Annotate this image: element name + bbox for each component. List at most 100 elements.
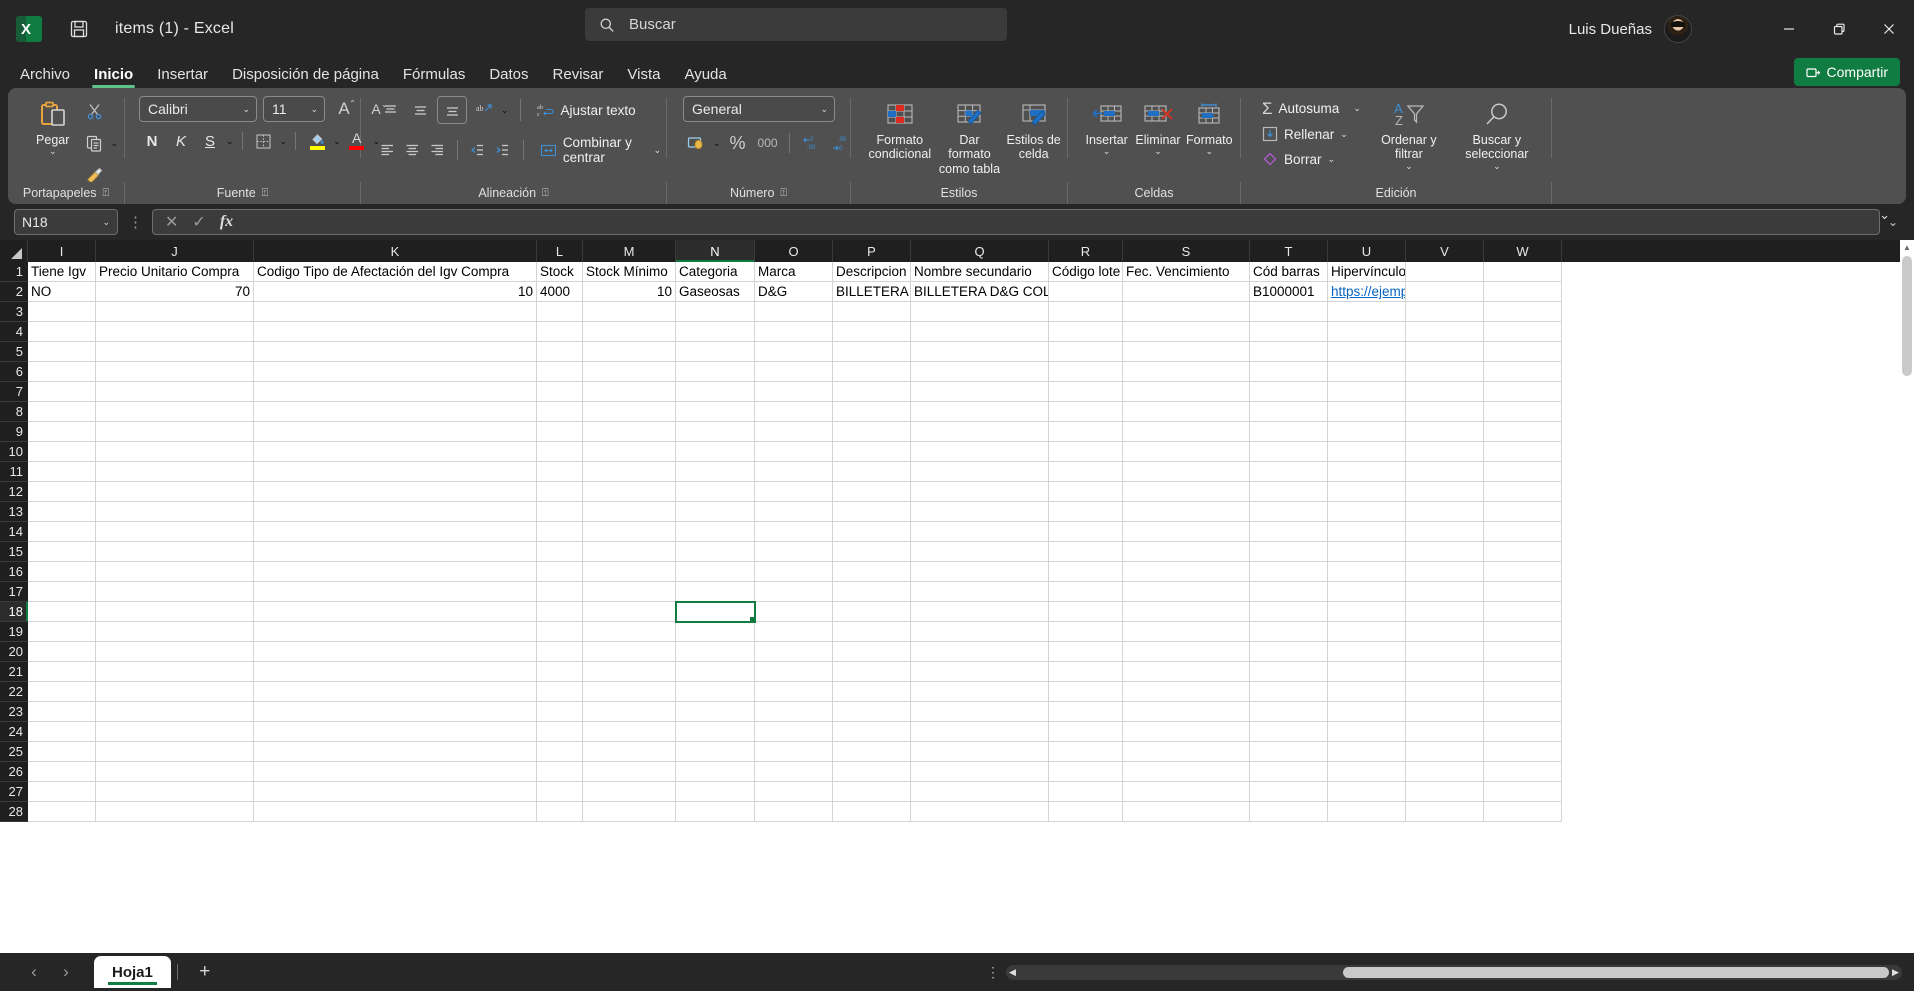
cell-Q16[interactable] xyxy=(911,562,1049,582)
cell-I18[interactable] xyxy=(28,602,96,622)
cell-U8[interactable] xyxy=(1328,402,1406,422)
cell-K14[interactable] xyxy=(254,522,537,542)
cell-I5[interactable] xyxy=(28,342,96,362)
cell-T11[interactable] xyxy=(1250,462,1328,482)
cell-O11[interactable] xyxy=(755,462,833,482)
cell-P1[interactable]: Descripcion xyxy=(833,262,911,282)
cell-O15[interactable] xyxy=(755,542,833,562)
cell-N5[interactable] xyxy=(676,342,755,362)
column-header-r[interactable]: R xyxy=(1049,240,1123,262)
cell-K4[interactable] xyxy=(254,322,537,342)
row-header-2[interactable]: 2 xyxy=(0,282,28,302)
cell-J3[interactable] xyxy=(96,302,254,322)
cell-I3[interactable] xyxy=(28,302,96,322)
autosum-caret-icon[interactable]: ⌄ xyxy=(1353,104,1361,113)
cell-M19[interactable] xyxy=(583,622,676,642)
cell-J18[interactable] xyxy=(96,602,254,622)
cell-W9[interactable] xyxy=(1484,422,1562,442)
cell-L9[interactable] xyxy=(537,422,583,442)
cell-S28[interactable] xyxy=(1123,802,1250,822)
cell-L2[interactable]: 4000 xyxy=(537,282,583,302)
cell-T19[interactable] xyxy=(1250,622,1328,642)
cell-S14[interactable] xyxy=(1123,522,1250,542)
cell-R23[interactable] xyxy=(1049,702,1123,722)
cell-P10[interactable] xyxy=(833,442,911,462)
cell-K12[interactable] xyxy=(254,482,537,502)
cell-K6[interactable] xyxy=(254,362,537,382)
horizontal-scrollbar[interactable]: ◀ ▶ xyxy=(1006,964,1902,980)
save-icon[interactable] xyxy=(67,17,91,41)
column-header-m[interactable]: M xyxy=(583,240,676,262)
cell-L1[interactable]: Stock xyxy=(537,262,583,282)
cell-styles-button[interactable]: Estilos de celda xyxy=(1006,96,1061,162)
sheet-tab-hoja1[interactable]: Hoja1 xyxy=(94,956,171,988)
cell-T20[interactable] xyxy=(1250,642,1328,662)
paste-button[interactable]: Pegar ⌄ xyxy=(28,96,77,156)
cell-U24[interactable] xyxy=(1328,722,1406,742)
cell-T23[interactable] xyxy=(1250,702,1328,722)
underline-button[interactable]: S xyxy=(197,128,223,154)
paste-caret-icon[interactable]: ⌄ xyxy=(49,147,57,156)
cell-P14[interactable] xyxy=(833,522,911,542)
cell-P13[interactable] xyxy=(833,502,911,522)
cell-W23[interactable] xyxy=(1484,702,1562,722)
cell-S25[interactable] xyxy=(1123,742,1250,762)
cell-O25[interactable] xyxy=(755,742,833,762)
cell-L24[interactable] xyxy=(537,722,583,742)
cell-T2[interactable]: B1000001 xyxy=(1250,282,1328,302)
cell-M25[interactable] xyxy=(583,742,676,762)
cell-J19[interactable] xyxy=(96,622,254,642)
cell-Q3[interactable] xyxy=(911,302,1049,322)
cell-J11[interactable] xyxy=(96,462,254,482)
cell-R25[interactable] xyxy=(1049,742,1123,762)
cell-U28[interactable] xyxy=(1328,802,1406,822)
cell-K16[interactable] xyxy=(254,562,537,582)
cell-V16[interactable] xyxy=(1406,562,1484,582)
cell-K25[interactable] xyxy=(254,742,537,762)
cell-L20[interactable] xyxy=(537,642,583,662)
cell-Q24[interactable] xyxy=(911,722,1049,742)
cell-K2[interactable]: 10 xyxy=(254,282,537,302)
cell-L28[interactable] xyxy=(537,802,583,822)
cell-R15[interactable] xyxy=(1049,542,1123,562)
row-header-13[interactable]: 13 xyxy=(0,502,28,522)
cell-U15[interactable] xyxy=(1328,542,1406,562)
italic-button[interactable]: K xyxy=(168,128,194,154)
cell-M9[interactable] xyxy=(583,422,676,442)
row-header-14[interactable]: 14 xyxy=(0,522,28,542)
cell-N17[interactable] xyxy=(676,582,755,602)
cell-O16[interactable] xyxy=(755,562,833,582)
cell-J25[interactable] xyxy=(96,742,254,762)
row-header-10[interactable]: 10 xyxy=(0,442,28,462)
cell-M6[interactable] xyxy=(583,362,676,382)
cell-O8[interactable] xyxy=(755,402,833,422)
autosum-button[interactable]: Σ Autosuma ⌄ xyxy=(1257,97,1366,120)
cell-L6[interactable] xyxy=(537,362,583,382)
row-header-7[interactable]: 7 xyxy=(0,382,28,402)
orientation-button[interactable]: ab xyxy=(471,97,497,123)
cell-O21[interactable] xyxy=(755,662,833,682)
orientation-caret-icon[interactable]: ⌄ xyxy=(501,105,509,115)
cell-I4[interactable] xyxy=(28,322,96,342)
cell-W8[interactable] xyxy=(1484,402,1562,422)
cell-V5[interactable] xyxy=(1406,342,1484,362)
cell-W3[interactable] xyxy=(1484,302,1562,322)
cell-S2[interactable] xyxy=(1123,282,1250,302)
cell-P16[interactable] xyxy=(833,562,911,582)
cell-S12[interactable] xyxy=(1123,482,1250,502)
clear-caret-icon[interactable]: ⌄ xyxy=(1328,154,1336,164)
cell-N21[interactable] xyxy=(676,662,755,682)
cell-J15[interactable] xyxy=(96,542,254,562)
cell-N6[interactable] xyxy=(676,362,755,382)
cell-U22[interactable] xyxy=(1328,682,1406,702)
cell-S23[interactable] xyxy=(1123,702,1250,722)
cell-K28[interactable] xyxy=(254,802,537,822)
cell-W18[interactable] xyxy=(1484,602,1562,622)
cell-S4[interactable] xyxy=(1123,322,1250,342)
cell-R2[interactable] xyxy=(1049,282,1123,302)
cell-T3[interactable] xyxy=(1250,302,1328,322)
cell-U13[interactable] xyxy=(1328,502,1406,522)
column-header-u[interactable]: U xyxy=(1328,240,1406,262)
cell-U9[interactable] xyxy=(1328,422,1406,442)
format-cells-button[interactable]: Formato ⌄ xyxy=(1185,96,1234,156)
